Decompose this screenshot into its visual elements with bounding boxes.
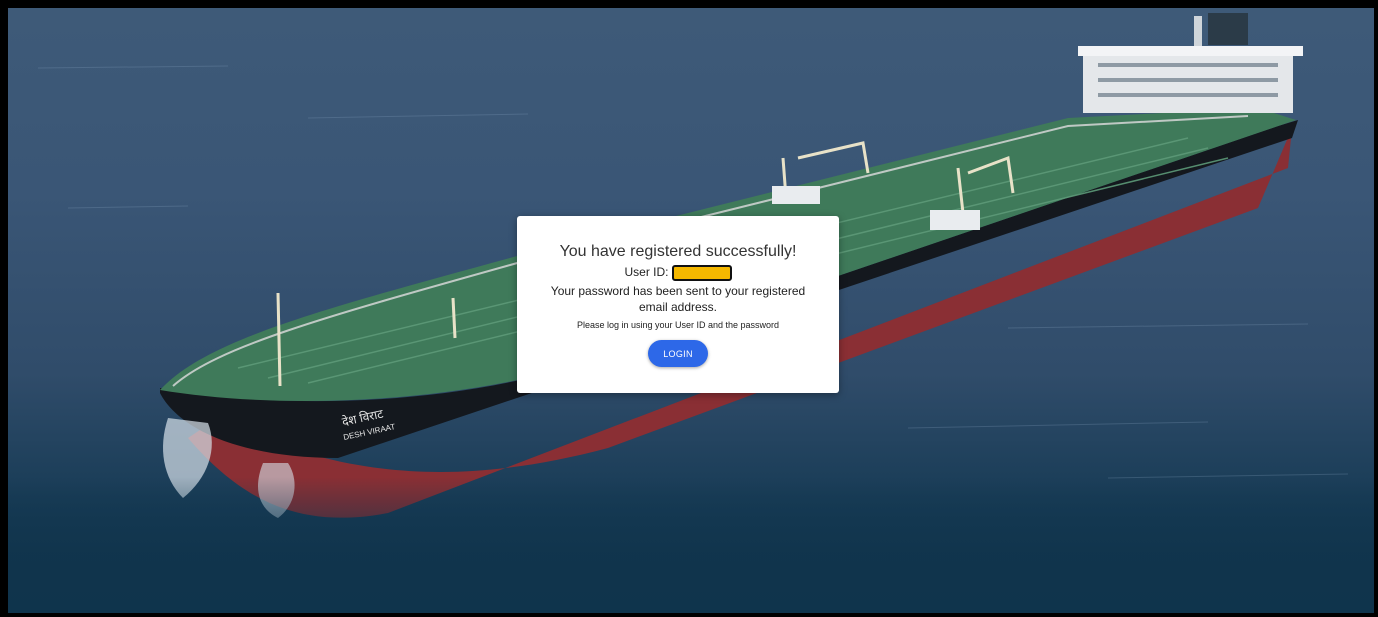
registration-success-dialog: You have registered successfully! User I… — [517, 216, 839, 393]
bottom-fade — [8, 477, 1374, 613]
user-id-row: User ID: — [517, 265, 839, 281]
login-instruction-note: Please log in using your User ID and the… — [576, 320, 780, 330]
password-sent-message: Your password has been sent to your regi… — [550, 284, 806, 314]
login-button[interactable]: LOGIN — [648, 340, 708, 367]
user-id-redacted-value — [671, 265, 732, 281]
user-id-label: User ID: — [624, 265, 669, 280]
dialog-title: You have registered successfully! — [559, 243, 797, 260]
